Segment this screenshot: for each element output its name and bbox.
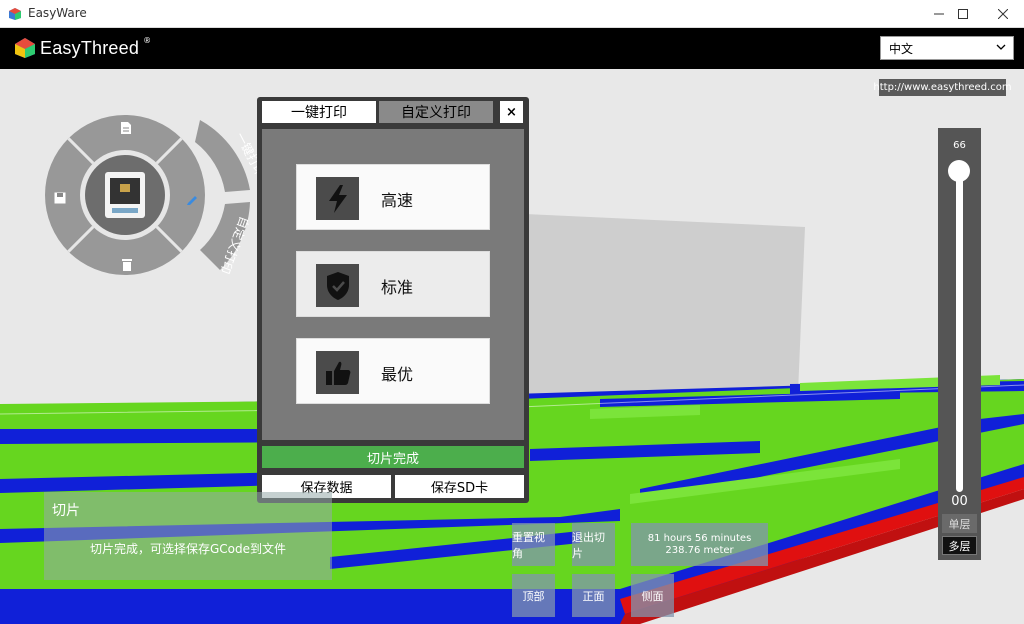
pencil-icon	[187, 196, 197, 205]
tab-custom-print[interactable]: 自定义打印	[379, 101, 493, 123]
print-mode-dialog: 一键打印 自定义打印 × 高速 标准 最优 切片完成 保存数据 保存SD卡	[257, 97, 529, 503]
print-time: 81 hours 56 minutes	[647, 532, 752, 544]
logo-registered-mark: ®	[143, 35, 152, 45]
save-icon	[54, 192, 66, 204]
exit-slice-button[interactable]: 退出切片	[572, 523, 615, 566]
mode-standard-label: 标准	[381, 278, 414, 297]
reset-view-button[interactable]: 重置视角	[512, 523, 555, 566]
wheel-delete-button[interactable]	[121, 256, 137, 272]
close-window-button[interactable]	[980, 0, 1024, 28]
thumbs-up-icon	[316, 351, 359, 394]
trash-icon	[122, 259, 132, 271]
print-stats: 81 hours 56 minutes 238.76 meter	[631, 523, 768, 566]
document-icon	[121, 122, 131, 134]
wheel-edit-button[interactable]	[186, 190, 202, 206]
lightning-icon	[316, 177, 359, 220]
maximize-icon	[958, 9, 968, 19]
close-icon	[998, 9, 1008, 19]
app-header: EasyThreed ® 中文	[0, 28, 1024, 69]
filament-length: 238.76 meter	[665, 544, 734, 556]
side-view-button[interactable]: 侧面	[631, 574, 674, 617]
info-panel-title: 切片	[52, 503, 80, 519]
slice-info-panel: 切片 切片完成，可选择保存GCode到文件	[44, 492, 332, 580]
layer-slider-panel: 66 00 单层 多层	[938, 128, 981, 560]
layer-bottom-value: 00	[951, 494, 968, 509]
window-titlebar: EasyWare	[0, 0, 1024, 28]
layer-slider-handle[interactable]	[948, 160, 970, 182]
app-icon	[9, 8, 21, 20]
mode-best-button[interactable]: 最优	[296, 338, 490, 404]
logo-text: EasyThreed	[40, 37, 140, 58]
tab-one-click-print[interactable]: 一键打印	[262, 101, 376, 123]
language-select[interactable]: 中文	[880, 36, 1014, 60]
slice-status-bar: 切片完成	[262, 446, 524, 468]
window-title: EasyWare	[28, 6, 87, 20]
wheel-save-button[interactable]	[54, 189, 70, 205]
shield-check-icon	[316, 264, 359, 307]
multi-layer-button[interactable]: 多层	[942, 536, 977, 555]
mode-fast-label: 高速	[381, 191, 414, 210]
layer-slider-track[interactable]	[956, 172, 963, 492]
mode-best-label: 最优	[381, 365, 414, 384]
mode-standard-button[interactable]: 标准	[296, 251, 490, 317]
dialog-close-button[interactable]: ×	[500, 101, 523, 123]
info-panel-message: 切片完成，可选择保存GCode到文件	[90, 542, 287, 556]
mode-panel: 高速 标准 最优	[262, 129, 524, 440]
save-sd-card-button[interactable]: 保存SD卡	[395, 475, 524, 498]
logo-icon	[15, 38, 35, 58]
website-link[interactable]: http://www.easythreed.com	[873, 79, 1012, 96]
wheel-new-file-button[interactable]	[120, 120, 136, 138]
front-view-button[interactable]: 正面	[572, 574, 615, 617]
chevron-down-icon	[995, 41, 1007, 56]
mode-fast-button[interactable]: 高速	[296, 164, 490, 230]
top-view-button[interactable]: 顶部	[512, 574, 555, 617]
single-layer-button[interactable]: 单层	[942, 514, 977, 533]
language-value: 中文	[889, 41, 914, 56]
brand-logo: EasyThreed ®	[14, 35, 152, 59]
layer-top-value: 66	[953, 140, 966, 151]
